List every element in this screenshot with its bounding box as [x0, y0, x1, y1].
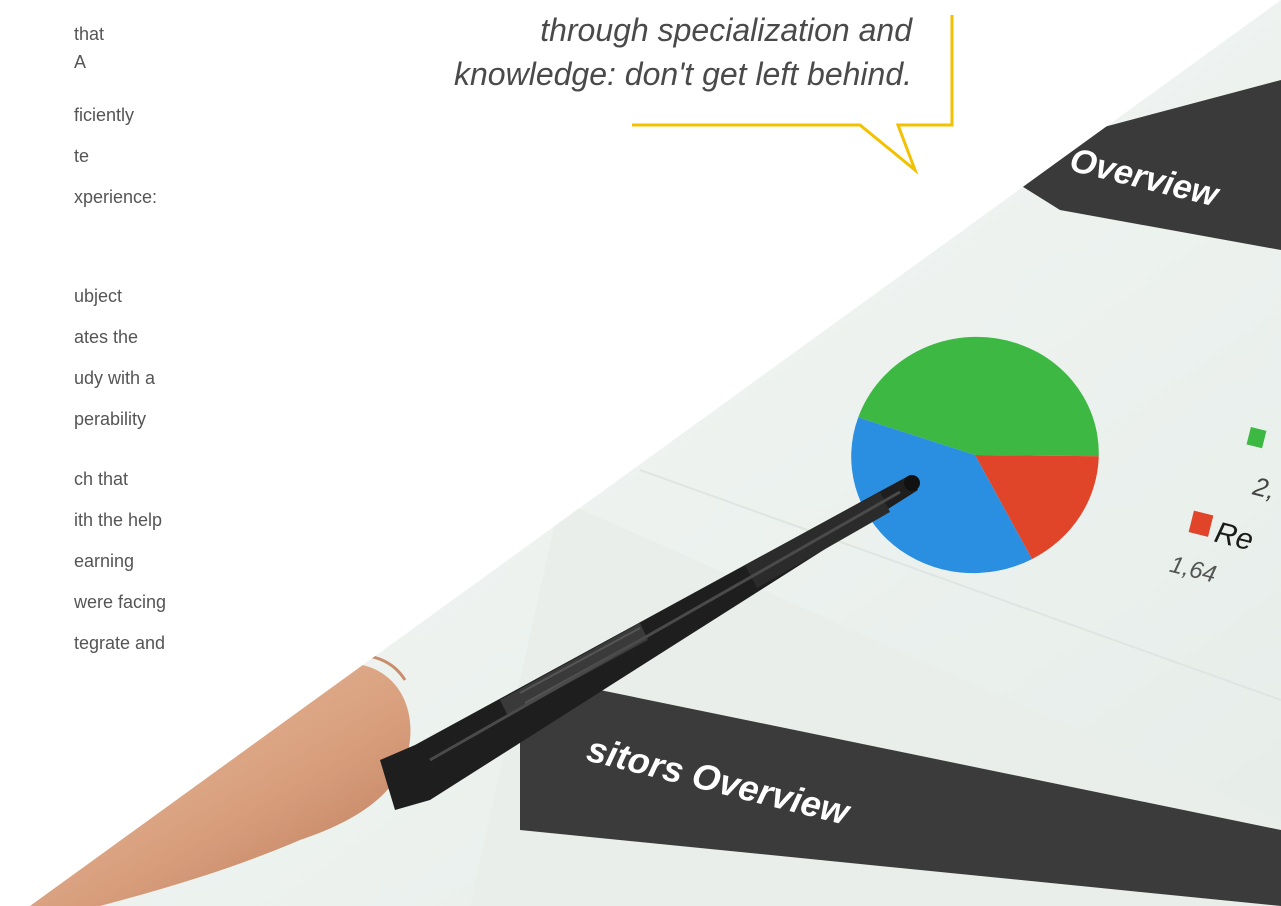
speech-bubble-tail: [632, 15, 954, 175]
speech-bubble-outline: [632, 15, 954, 175]
